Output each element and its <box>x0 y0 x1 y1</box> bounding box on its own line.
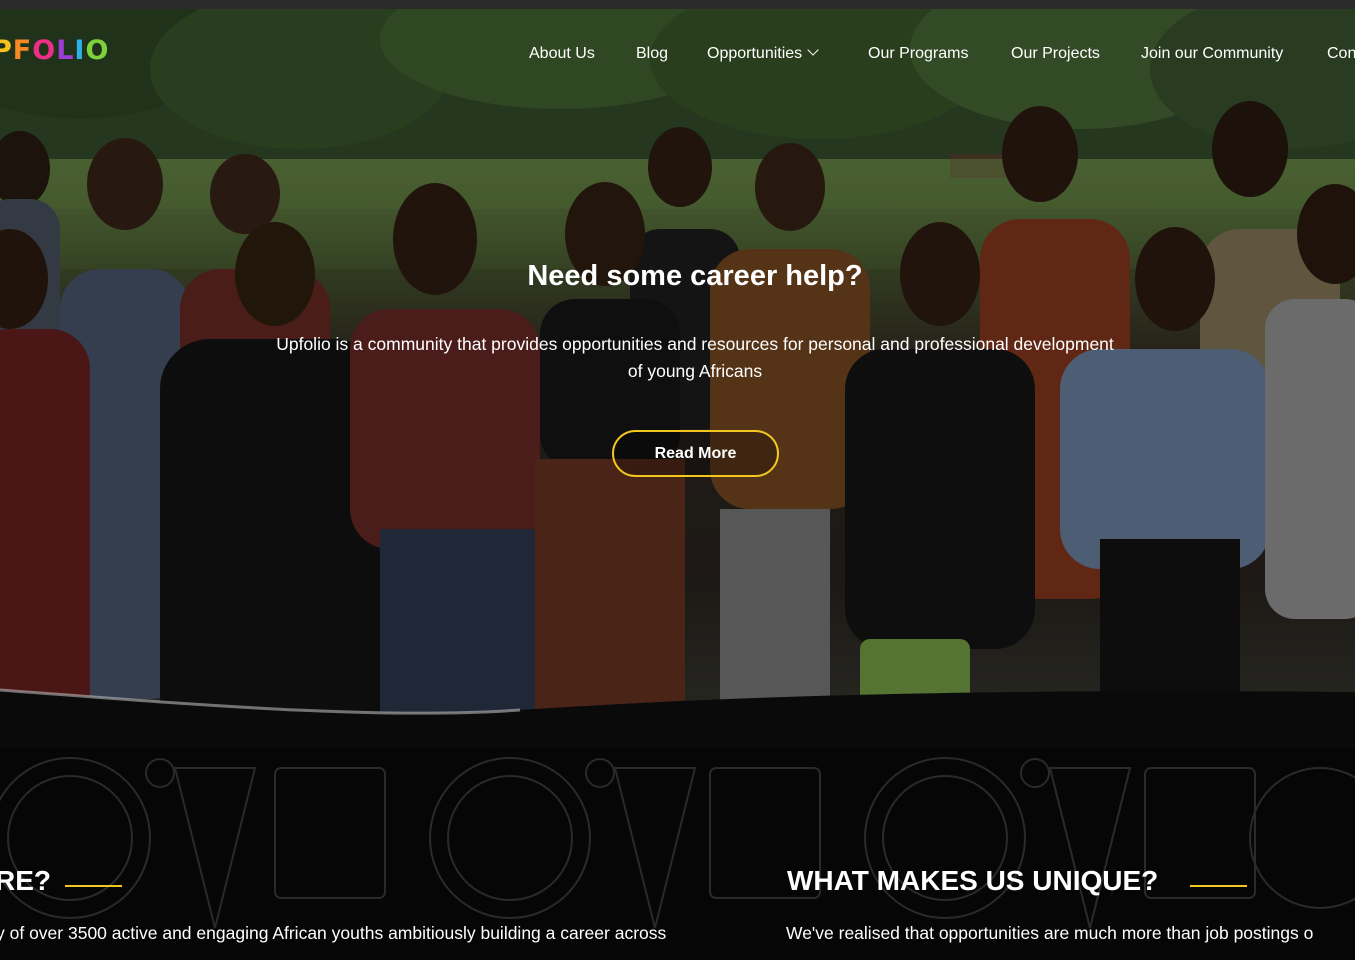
hero-subtitle: Upfolio is a community that provides opp… <box>276 334 1114 381</box>
hero-title: Need some career help? <box>527 260 863 292</box>
logo-letter: L <box>56 35 75 66</box>
nav-opportunities[interactable]: Opportunities <box>707 44 819 63</box>
upfolio-logo[interactable]: PFOLIO <box>0 35 109 66</box>
section-heading-who-we-are: RE? <box>0 865 51 896</box>
nav-join-community[interactable]: Join our Community <box>1141 45 1283 63</box>
logo-letter: F <box>12 35 33 66</box>
heading-underline <box>1190 885 1247 887</box>
section-heading-unique: WHAT MAKES US UNIQUE? <box>787 865 1159 896</box>
section-text-who-we-are: y of over 3500 active and engaging Afric… <box>0 923 667 943</box>
nav-opportunities-label: Opportunities <box>707 45 803 62</box>
nav-our-projects[interactable]: Our Projects <box>1011 45 1100 63</box>
chevron-down-icon <box>807 44 819 56</box>
site-header: PFOLIO About Us Blog Opportunities Our P… <box>0 9 1355 83</box>
logo-letter: O <box>32 35 57 66</box>
nav-about-us[interactable]: About Us <box>529 45 595 63</box>
logo-letter: P <box>0 35 13 66</box>
logo-letter: O <box>85 35 110 66</box>
nav-our-programs[interactable]: Our Programs <box>868 45 968 63</box>
heading-underline <box>65 885 122 887</box>
logo-letter: I <box>74 35 86 66</box>
nav-blog[interactable]: Blog <box>636 45 668 63</box>
section-text-unique: We've realised that opportunities are mu… <box>786 923 1314 943</box>
nav-contact[interactable]: Con <box>1327 45 1355 63</box>
read-more-button[interactable]: Read More <box>612 430 779 477</box>
